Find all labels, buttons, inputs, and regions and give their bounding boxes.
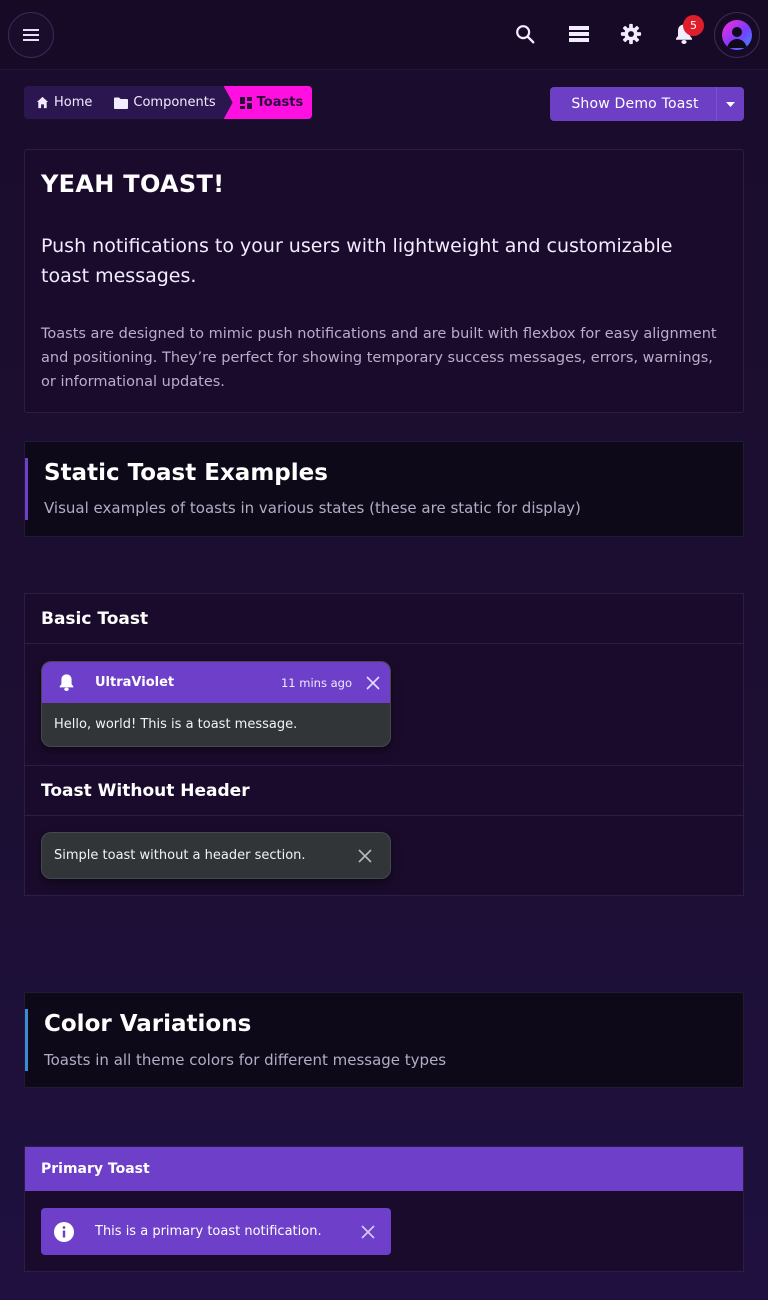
page-title: YEAH TOAST! (41, 170, 225, 198)
card-title: Toast Without Header (25, 766, 743, 816)
hero-lead: Push notifications to your users with li… (41, 235, 673, 287)
top-navbar: 5 (0, 0, 768, 70)
section-title: Color Variations (44, 1011, 252, 1037)
close-icon (358, 848, 372, 863)
basic-toast: UltraViolet 11 mins ago Hello, world! Th… (41, 661, 391, 747)
section-accent-bar (25, 1009, 28, 1071)
layers-button[interactable] (565, 20, 593, 48)
breadcrumb-home[interactable]: Home (24, 86, 102, 119)
toast-close-button[interactable] (358, 848, 372, 863)
primary-toast: This is a primary toast notification. (41, 1208, 391, 1255)
show-demo-toast-label: Show Demo Toast (571, 96, 699, 112)
stack-icon (569, 26, 589, 42)
folder-icon (114, 97, 129, 109)
dropdown-toggle[interactable] (716, 87, 744, 121)
breadcrumb: Home Components Toasts (24, 86, 313, 119)
static-examples-section-header: Static Toast Examples Visual examples of… (24, 441, 744, 537)
breadcrumb-toasts-label: Toasts (256, 95, 304, 110)
close-icon (361, 1224, 375, 1239)
breadcrumb-home-label: Home (54, 95, 93, 110)
toast-header: UltraViolet 11 mins ago (42, 662, 390, 703)
section-subtitle: Visual examples of toasts in various sta… (44, 499, 581, 517)
card-title: Primary Toast (25, 1147, 743, 1191)
card-title: Basic Toast (25, 594, 743, 644)
section-subtitle: Toasts in all theme colors for different… (44, 1051, 447, 1069)
bell-icon (59, 674, 74, 691)
search-button[interactable] (511, 20, 539, 48)
caret-down-icon (726, 101, 735, 107)
toast-close-button[interactable] (366, 675, 380, 690)
section-accent-bar (25, 458, 28, 520)
info-icon (54, 1221, 74, 1242)
breadcrumb-components-label: Components (133, 95, 216, 110)
menu-icon (23, 29, 39, 41)
color-variations-section-header: Color Variations Toasts in all theme col… (24, 992, 744, 1088)
toast-timestamp: 11 mins ago (280, 675, 352, 690)
toast-message: Simple toast without a header section. (54, 848, 306, 863)
notification-count-badge: 5 (683, 15, 704, 36)
no-header-toast: Simple toast without a header section. (41, 832, 391, 879)
toast-message: This is a primary toast notification. (95, 1224, 322, 1239)
breadcrumb-components[interactable]: Components (102, 86, 225, 119)
toast-app-name: UltraViolet (95, 675, 175, 690)
user-silhouette-icon (727, 27, 747, 48)
grid-icon (239, 96, 252, 109)
close-icon (366, 675, 380, 690)
basic-toast-card: Basic Toast UltraViolet 11 mins ago Hell… (24, 593, 744, 766)
search-icon (516, 25, 535, 44)
settings-button[interactable] (617, 20, 645, 48)
home-icon (36, 96, 49, 109)
user-avatar-button[interactable] (714, 12, 760, 58)
avatar (722, 20, 752, 50)
section-title: Static Toast Examples (44, 460, 328, 486)
menu-button[interactable] (8, 12, 54, 58)
hero-description: Toasts are designed to mimic push notifi… (41, 326, 717, 390)
hero-card: YEAH TOAST! Push notifications to your u… (24, 149, 744, 413)
toast-message: Hello, world! This is a toast message. (54, 717, 298, 732)
breadcrumb-toasts[interactable]: Toasts (223, 86, 313, 119)
show-demo-toast-button[interactable]: Show Demo Toast (550, 87, 744, 121)
gear-icon (620, 23, 642, 45)
toast-close-button[interactable] (361, 1224, 375, 1239)
primary-toast-card: Primary Toast This is a primary toast no… (24, 1146, 744, 1272)
no-header-toast-card: Toast Without Header Simple toast withou… (24, 765, 744, 896)
